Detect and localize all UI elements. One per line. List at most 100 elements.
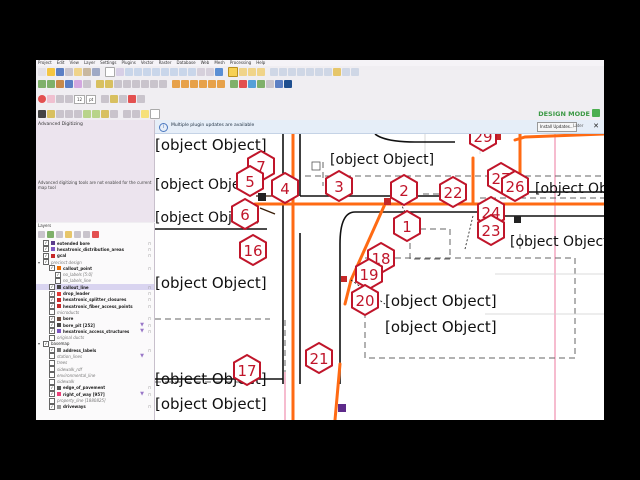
zoom-layer-icon[interactable] bbox=[161, 68, 169, 76]
menu-item-vector[interactable]: Vector bbox=[141, 60, 154, 66]
paste-icon[interactable] bbox=[159, 80, 167, 88]
pan-to-selection-icon[interactable] bbox=[116, 68, 124, 76]
statistics-icon[interactable] bbox=[306, 68, 314, 76]
new-project-icon[interactable] bbox=[38, 68, 46, 76]
close-icon[interactable]: ✕ bbox=[592, 122, 600, 130]
offset-curve-icon[interactable] bbox=[92, 110, 100, 118]
add-ring-icon[interactable] bbox=[56, 110, 64, 118]
plugin-e-icon[interactable] bbox=[266, 80, 274, 88]
layer-visibility-checkbox[interactable] bbox=[49, 334, 55, 341]
menu-item-raster[interactable]: Raster bbox=[159, 60, 172, 66]
fill-ring-icon[interactable] bbox=[74, 110, 82, 118]
toggle-editing-icon[interactable] bbox=[96, 80, 104, 88]
style-manager-icon[interactable] bbox=[92, 68, 100, 76]
attribute-table-icon[interactable] bbox=[288, 68, 296, 76]
text-tool-icon[interactable] bbox=[38, 110, 46, 118]
unit-combo[interactable]: pt bbox=[86, 94, 97, 104]
layer-visibility-checkbox[interactable]: ✓ bbox=[49, 296, 55, 303]
map-canvas[interactable]: [object Object] [object Object] [object … bbox=[155, 134, 604, 420]
deselect-icon[interactable] bbox=[248, 68, 256, 76]
collapse-all-icon[interactable] bbox=[83, 230, 90, 238]
save-as-icon[interactable] bbox=[65, 68, 73, 76]
install-updates-button[interactable]: Install Updates... bbox=[537, 122, 577, 132]
menu-item-help[interactable]: Help bbox=[256, 60, 265, 66]
add-postgis-icon[interactable] bbox=[56, 80, 64, 88]
close-x-icon[interactable] bbox=[128, 95, 137, 103]
color-icon[interactable] bbox=[47, 95, 55, 103]
zoom-native-icon[interactable] bbox=[170, 68, 178, 76]
manage-themes-icon[interactable] bbox=[56, 230, 63, 238]
layer-visibility-checkbox[interactable]: ✓ bbox=[43, 240, 49, 247]
bookmark-icon[interactable] bbox=[206, 68, 214, 76]
measure-icon[interactable] bbox=[315, 68, 323, 76]
layer-visibility-checkbox[interactable]: ✓ bbox=[49, 328, 55, 335]
copy-icon[interactable] bbox=[150, 80, 158, 88]
layer-visibility-checkbox[interactable]: ✓ bbox=[49, 284, 55, 291]
select-by-value-icon[interactable] bbox=[239, 68, 247, 76]
field-calculator-icon[interactable] bbox=[297, 68, 305, 76]
move-feature-icon[interactable] bbox=[150, 109, 160, 119]
pan-icon[interactable] bbox=[105, 67, 115, 77]
annotation-icon[interactable] bbox=[342, 68, 350, 76]
layer-visibility-checkbox[interactable] bbox=[49, 309, 55, 316]
merge-icon[interactable] bbox=[110, 110, 118, 118]
filter-icon[interactable]: ▼ bbox=[140, 328, 144, 334]
vertex-tool-icon[interactable] bbox=[123, 80, 131, 88]
toolbox-icon[interactable] bbox=[324, 68, 332, 76]
layer-row[interactable]: ✓ driveways ⊓ bbox=[36, 403, 154, 410]
text-annotation-icon[interactable] bbox=[351, 68, 359, 76]
add-part-icon[interactable] bbox=[65, 110, 73, 118]
style-panel-icon[interactable] bbox=[38, 230, 45, 238]
reshape-icon[interactable] bbox=[83, 110, 91, 118]
add-group-icon[interactable] bbox=[47, 230, 54, 238]
layer-visibility-checkbox[interactable]: ✓ bbox=[55, 271, 61, 278]
layer-visibility-checkbox[interactable]: ✓ bbox=[49, 303, 55, 310]
pin-label-icon[interactable] bbox=[181, 80, 189, 88]
layer-visibility-checkbox[interactable]: ✓ bbox=[49, 265, 55, 272]
menu-item-plugins[interactable]: Plugins bbox=[122, 60, 136, 66]
zoom-selection-icon[interactable] bbox=[152, 68, 160, 76]
filter-legend-icon[interactable] bbox=[65, 230, 72, 238]
layer-visibility-checkbox[interactable] bbox=[49, 372, 55, 379]
split-icon[interactable] bbox=[101, 110, 109, 118]
zoom-last-icon[interactable] bbox=[179, 68, 187, 76]
menu-item-web[interactable]: Web bbox=[201, 60, 210, 66]
menu-item-settings[interactable]: Settings bbox=[100, 60, 116, 66]
print-layout-icon[interactable] bbox=[74, 68, 82, 76]
layer-visibility-checkbox[interactable]: ✓ bbox=[43, 259, 49, 266]
remove-layer-icon[interactable] bbox=[92, 230, 99, 238]
hint-icon[interactable] bbox=[141, 110, 149, 118]
layer-visibility-checkbox[interactable] bbox=[49, 397, 55, 404]
design-mode-toggle-icon[interactable] bbox=[592, 109, 600, 117]
menu-item-view[interactable]: View bbox=[69, 60, 79, 66]
layer-visibility-checkbox[interactable]: ✓ bbox=[43, 246, 49, 253]
plugin-b-icon[interactable] bbox=[239, 80, 247, 88]
layer-visibility-checkbox[interactable] bbox=[49, 378, 55, 385]
delete-icon[interactable] bbox=[132, 80, 140, 88]
save-edits-icon[interactable] bbox=[105, 80, 113, 88]
add-spatialite-icon[interactable] bbox=[65, 80, 73, 88]
refresh-icon[interactable] bbox=[215, 68, 223, 76]
plugin-f-icon[interactable] bbox=[275, 80, 283, 88]
simplify-icon[interactable] bbox=[132, 110, 140, 118]
arrow-right-icon[interactable] bbox=[137, 95, 146, 103]
menu-item-layer[interactable]: Layer bbox=[84, 60, 95, 66]
rotate-label-icon[interactable] bbox=[208, 80, 216, 88]
text-format-icon[interactable] bbox=[56, 95, 64, 103]
action-icon[interactable] bbox=[279, 68, 287, 76]
plugin-c-icon[interactable] bbox=[248, 80, 256, 88]
digitize-icon[interactable] bbox=[114, 80, 122, 88]
design-mode-label[interactable]: DESIGN MODE bbox=[538, 110, 590, 118]
menu-item-edit[interactable]: Edit bbox=[57, 60, 65, 66]
underline-icon[interactable] bbox=[65, 95, 73, 103]
layer-visibility-checkbox[interactable]: ✓ bbox=[43, 340, 49, 347]
filter-icon[interactable]: ▼ bbox=[140, 353, 144, 359]
layer-visibility-checkbox[interactable]: ✓ bbox=[49, 391, 55, 398]
identify-icon[interactable] bbox=[270, 68, 278, 76]
new-map-view-icon[interactable] bbox=[197, 68, 205, 76]
label-icon[interactable] bbox=[172, 80, 180, 88]
zoom-full-icon[interactable] bbox=[143, 68, 151, 76]
menu-item-database[interactable]: Database bbox=[176, 60, 195, 66]
layer-visibility-checkbox[interactable] bbox=[49, 366, 55, 373]
menu-item-processing[interactable]: Processing bbox=[230, 60, 251, 66]
